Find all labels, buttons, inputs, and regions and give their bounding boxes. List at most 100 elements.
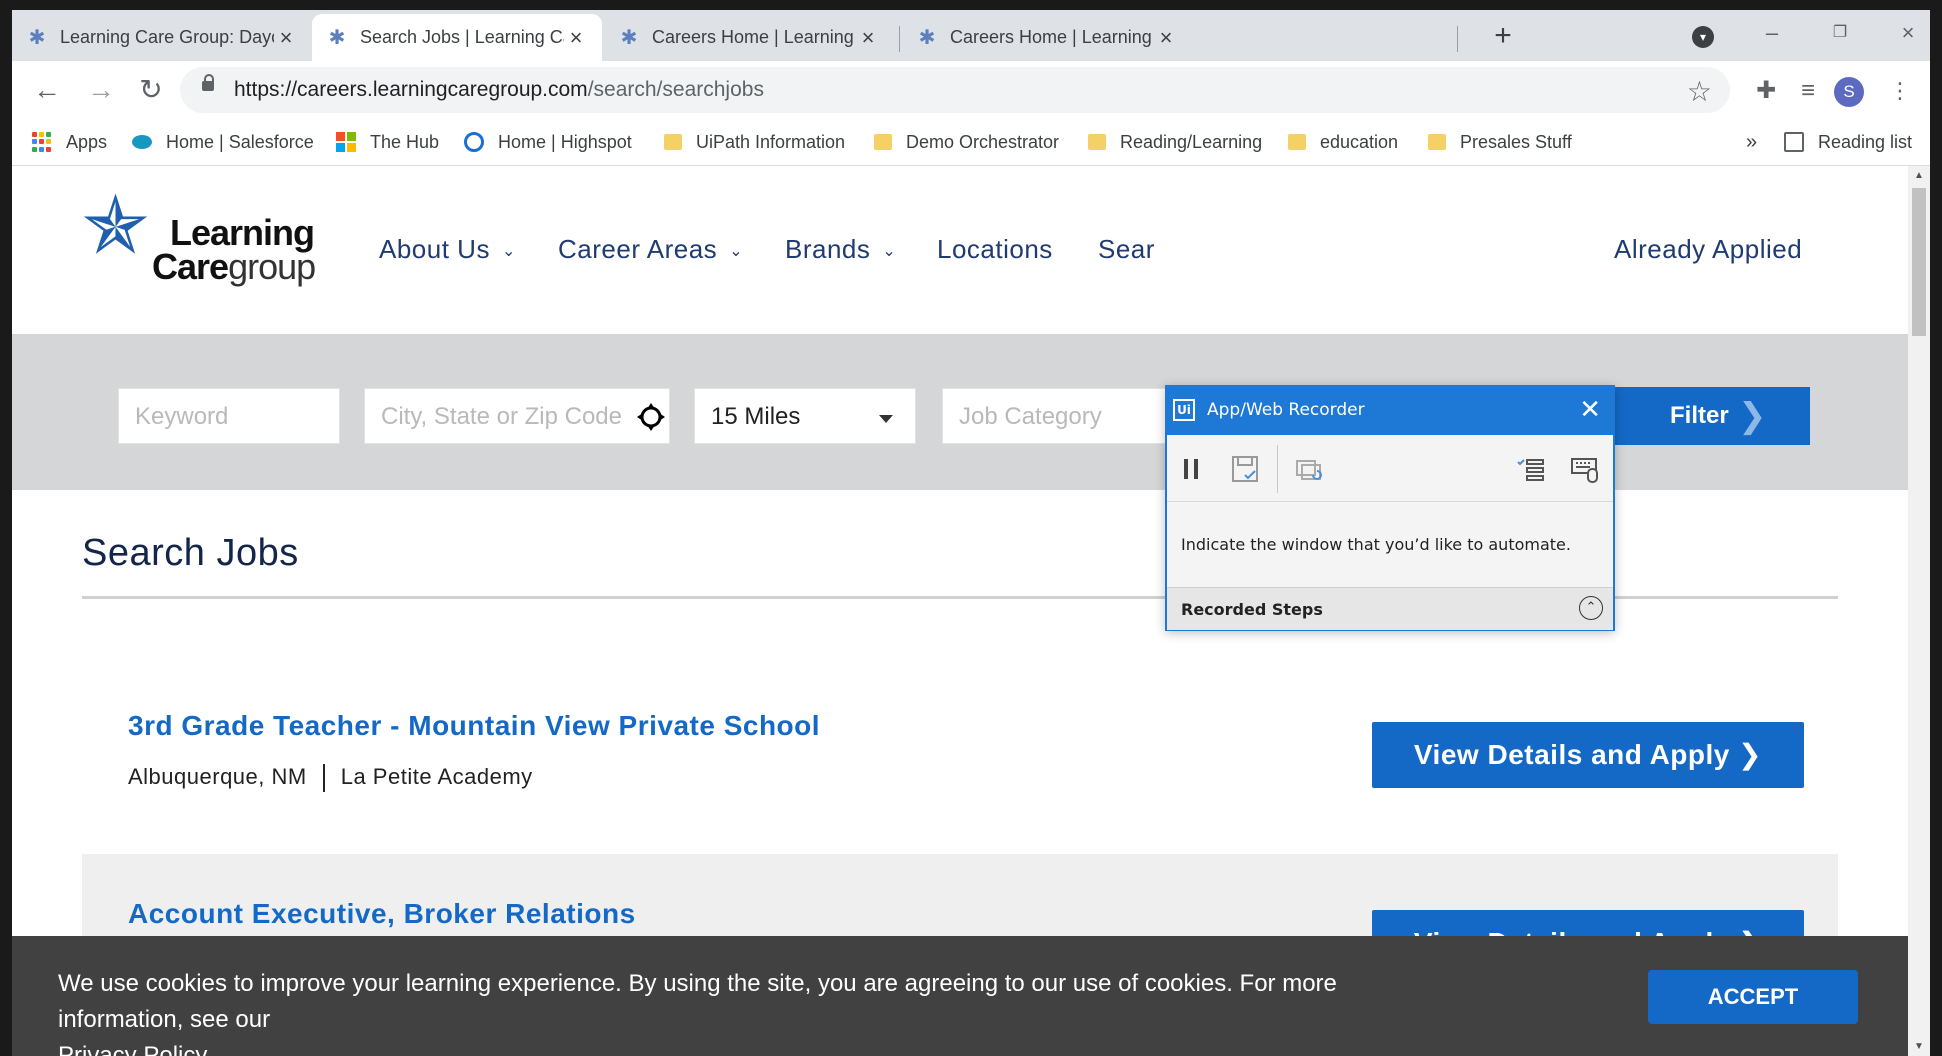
tab-careers-home-1[interactable]: ✱ Careers Home | Learning Care Gr × xyxy=(604,14,894,61)
address-bar[interactable]: https://careers.learningcaregroup.com/se… xyxy=(180,67,1730,113)
close-tab-icon[interactable]: × xyxy=(856,25,880,51)
crosshair-target-icon xyxy=(637,403,665,431)
keyword-input[interactable]: Keyword xyxy=(118,388,340,444)
logo-star-icon: ✯ xyxy=(82,181,150,270)
nav-brands[interactable]: Brands ⌄ xyxy=(785,234,896,265)
bookmark-label: Apps xyxy=(66,131,108,152)
scrollbar-thumb[interactable] xyxy=(1912,188,1926,336)
recorded-steps-label: Recorded Steps xyxy=(1181,600,1323,619)
page-title: Search Jobs xyxy=(82,532,299,574)
close-tab-icon[interactable]: × xyxy=(1154,25,1178,51)
windows-logo-icon xyxy=(336,132,356,152)
nav-search[interactable]: Sear xyxy=(1098,234,1155,265)
bookmark-education[interactable]: education xyxy=(1288,127,1398,157)
highspot-icon xyxy=(464,132,484,152)
media-playlist-icon[interactable]: ≡ xyxy=(1792,75,1824,107)
lcg-star-favicon-icon: ✱ xyxy=(620,26,638,49)
back-arrow-icon[interactable]: ← xyxy=(30,73,64,107)
tab-search-jobs[interactable]: ✱ Search Jobs | Learning Care Grou × xyxy=(312,14,602,61)
lcg-star-favicon-icon: ✱ xyxy=(918,26,936,49)
chevron-down-icon: ⌄ xyxy=(501,243,516,261)
bookmark-label: Presales Stuff xyxy=(1460,131,1572,152)
bookmark-label: Demo Orchestrator xyxy=(906,131,1060,152)
folder-icon xyxy=(1428,134,1446,150)
save-and-exit-icon[interactable] xyxy=(1229,453,1261,485)
chevron-right-icon: ❯ xyxy=(1738,397,1767,435)
close-tab-icon[interactable]: × xyxy=(564,25,588,51)
recorder-title: App/Web Recorder xyxy=(1207,400,1365,420)
nav-locations[interactable]: Locations xyxy=(937,234,1053,265)
bookmark-reading-learning[interactable]: Reading/Learning xyxy=(1088,127,1262,157)
cookie-banner: We use cookies to improve your learning … xyxy=(12,936,1908,1056)
chevron-up-icon[interactable]: ⌃ xyxy=(1579,596,1603,620)
job-meta: Albuquerque, NM La Petite Academy xyxy=(128,764,533,793)
recorder-close-icon[interactable]: ✕ xyxy=(1579,395,1601,425)
bookmark-apps[interactable]: Apps xyxy=(32,127,107,157)
learning-care-group-logo[interactable]: ✯ Learning Caregroup xyxy=(82,181,322,288)
bookmarks-bar: Apps Home | Salesforce The Hub Home | Hi… xyxy=(12,119,1930,166)
meta-divider xyxy=(322,764,325,793)
recorded-steps-panel[interactable]: Recorded Steps ⌃ xyxy=(1167,587,1613,630)
toolbar-separator xyxy=(1277,445,1278,493)
location-input[interactable]: City, State or Zip Code xyxy=(364,388,670,444)
job-location: Albuquerque, NM xyxy=(128,764,307,789)
kebab-menu-icon[interactable]: ⋮ xyxy=(1884,75,1916,107)
bookmark-presales-stuff[interactable]: Presales Stuff xyxy=(1428,127,1572,157)
restore-icon[interactable]: ❐ xyxy=(1820,18,1860,48)
privacy-policy-link[interactable]: Privacy Policy xyxy=(58,1042,207,1056)
bookmark-the-hub[interactable]: The Hub xyxy=(336,127,439,157)
reload-icon[interactable]: ↻ xyxy=(134,73,168,107)
chevron-down-icon: ⌄ xyxy=(729,243,744,261)
extensions-puzzle-icon[interactable]: ✚ xyxy=(1750,75,1782,107)
job-title-link[interactable]: 3rd Grade Teacher - Mountain View Privat… xyxy=(128,710,820,742)
browser-window: ✱ Learning Care Group: Daycare & × ✱ Sea… xyxy=(12,10,1930,1056)
accept-cookies-button[interactable]: ACCEPT xyxy=(1648,970,1858,1024)
change-window-icon[interactable] xyxy=(1293,453,1325,485)
view-details-apply-button[interactable]: View Details and Apply ❯ xyxy=(1372,722,1804,788)
tab-title: Search Jobs | Learning Care Grou xyxy=(360,27,564,47)
lock-icon xyxy=(202,74,214,91)
forward-arrow-icon[interactable]: → xyxy=(84,73,118,107)
reading-list-button[interactable]: Reading list xyxy=(1784,127,1912,157)
tab-careers-home-2[interactable]: ✱ Careers Home | Learning Care Gr × xyxy=(902,14,1192,61)
nav-already-applied[interactable]: Already Applied xyxy=(1614,234,1802,265)
filter-button[interactable]: Filter ❯ xyxy=(1598,387,1810,445)
job-category-select[interactable]: Job Category xyxy=(942,388,1182,444)
bookmark-star-icon[interactable]: ☆ xyxy=(1687,75,1712,108)
tab-daycare[interactable]: ✱ Learning Care Group: Daycare & × xyxy=(12,14,312,61)
scroll-up-icon[interactable]: ▲ xyxy=(1914,170,1924,181)
reading-list-label: Reading list xyxy=(1818,131,1913,152)
bookmark-salesforce[interactable]: Home | Salesforce xyxy=(132,127,314,157)
chevron-down-icon: ⌄ xyxy=(882,243,897,261)
distance-select[interactable]: 15 Miles xyxy=(694,388,916,444)
nav-about-us[interactable]: About Us ⌄ xyxy=(379,234,516,265)
filter-label: Filter xyxy=(1670,402,1729,429)
cookie-message: We use cookies to improve your learning … xyxy=(58,966,1458,1056)
job-title-link[interactable]: Account Executive, Broker Relations xyxy=(128,898,636,930)
keyboard-mouse-icon[interactable] xyxy=(1569,453,1601,485)
salesforce-cloud-icon xyxy=(132,135,152,149)
pause-icon[interactable] xyxy=(1175,453,1207,485)
lcg-star-favicon-icon: ✱ xyxy=(28,26,46,49)
window-close-icon[interactable]: × xyxy=(1888,18,1928,48)
close-tab-icon[interactable]: × xyxy=(274,25,298,51)
nav-career-areas[interactable]: Career Areas ⌄ xyxy=(558,234,743,265)
scroll-down-icon[interactable]: ▼ xyxy=(1914,1041,1924,1052)
minimize-icon[interactable]: – xyxy=(1752,18,1792,48)
recorder-toolbar xyxy=(1167,435,1613,502)
recorder-titlebar[interactable]: Ui App/Web Recorder ✕ xyxy=(1167,387,1613,435)
vertical-scrollbar[interactable]: ▲ ▼ xyxy=(1908,166,1930,1056)
profile-avatar[interactable]: S xyxy=(1834,77,1864,107)
new-tab-button[interactable]: + xyxy=(1486,20,1520,54)
bookmark-uipath-information[interactable]: UiPath Information xyxy=(664,127,845,157)
record-steps-list-icon[interactable] xyxy=(1515,453,1547,485)
folder-icon xyxy=(1288,134,1306,150)
location-placeholder: City, State or Zip Code xyxy=(381,403,622,430)
bookmarks-overflow-button[interactable]: » xyxy=(1746,127,1757,157)
bookmark-label: Home | Highspot xyxy=(498,131,632,152)
bookmark-highspot[interactable]: Home | Highspot xyxy=(464,127,632,157)
bookmark-demo-orchestrator[interactable]: Demo Orchestrator xyxy=(874,127,1059,157)
tab-separator xyxy=(1457,26,1458,52)
tab-search-icon[interactable]: ▾ xyxy=(1692,26,1714,48)
dropdown-caret-icon xyxy=(879,415,893,423)
